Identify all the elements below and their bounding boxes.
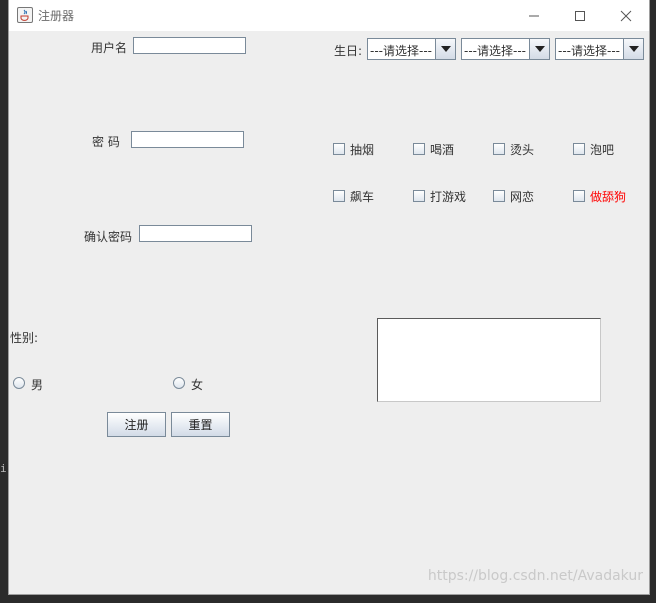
maximize-button[interactable] bbox=[557, 0, 603, 31]
gender-radio-male[interactable] bbox=[13, 377, 25, 389]
chevron-down-icon[interactable] bbox=[529, 39, 549, 59]
hobby-checkbox-simp[interactable] bbox=[573, 190, 585, 202]
register-button[interactable]: 注册 bbox=[107, 412, 166, 437]
birthday-year-select[interactable]: ---请选择--- bbox=[367, 38, 456, 60]
birthday-label: 生日: bbox=[334, 44, 363, 58]
watermark: https://blog.csdn.net/Avadakur bbox=[427, 568, 643, 584]
hobby-checkbox-drink[interactable] bbox=[413, 143, 425, 155]
birthday-day-value: ---请选择--- bbox=[558, 44, 620, 58]
hobby-label-perm: 烫头 bbox=[510, 143, 535, 157]
window-title: 注册器 bbox=[38, 9, 75, 23]
chevron-down-icon[interactable] bbox=[435, 39, 455, 59]
confirm-password-field[interactable] bbox=[139, 225, 252, 242]
hobby-checkbox-gaming[interactable] bbox=[413, 190, 425, 202]
username-field[interactable] bbox=[133, 37, 246, 54]
password-field[interactable] bbox=[131, 131, 244, 148]
app-window: 注册器 用户名 生日: ---请选择--- ---请选择--- ---请选择--… bbox=[8, 0, 650, 595]
title-bar: 注册器 bbox=[9, 0, 649, 31]
hobby-label-gaming: 打游戏 bbox=[430, 190, 467, 204]
gender-label-male: 男 bbox=[31, 378, 44, 392]
hobby-checkbox-bar[interactable] bbox=[573, 143, 585, 155]
birthday-year-value: ---请选择--- bbox=[370, 44, 432, 58]
hobby-checkbox-racing[interactable] bbox=[333, 190, 345, 202]
birthday-month-value: ---请选择--- bbox=[464, 44, 526, 58]
gender-label-female: 女 bbox=[191, 378, 204, 392]
hobby-label-drink: 喝酒 bbox=[430, 143, 455, 157]
gender-label: 性别: bbox=[10, 331, 39, 345]
notes-textarea[interactable] bbox=[377, 318, 601, 402]
username-label: 用户名 bbox=[91, 41, 128, 55]
confirm-password-label: 确认密码 bbox=[84, 230, 133, 244]
chevron-down-icon[interactable] bbox=[623, 39, 643, 59]
hobby-label-online-dating: 网恋 bbox=[510, 190, 535, 204]
background-text: i bbox=[0, 462, 7, 475]
reset-button[interactable]: 重置 bbox=[171, 412, 230, 437]
hobby-checkbox-smoke[interactable] bbox=[333, 143, 345, 155]
hobby-label-simp: 做舔狗 bbox=[590, 190, 627, 204]
hobby-checkbox-perm[interactable] bbox=[493, 143, 505, 155]
birthday-day-select[interactable]: ---请选择--- bbox=[555, 38, 644, 60]
hobby-checkbox-online-dating[interactable] bbox=[493, 190, 505, 202]
hobby-label-racing: 飙车 bbox=[350, 190, 375, 204]
maximize-icon bbox=[575, 10, 585, 21]
hobby-label-bar: 泡吧 bbox=[590, 143, 615, 157]
close-button[interactable] bbox=[603, 0, 649, 31]
close-icon bbox=[620, 10, 632, 21]
minimize-button[interactable] bbox=[511, 0, 557, 31]
birthday-month-select[interactable]: ---请选择--- bbox=[461, 38, 550, 60]
password-label: 密 码 bbox=[92, 135, 120, 149]
hobby-label-smoke: 抽烟 bbox=[350, 143, 375, 157]
minimize-icon bbox=[529, 15, 539, 16]
java-cup-icon bbox=[17, 7, 33, 23]
gender-radio-female[interactable] bbox=[173, 377, 185, 389]
